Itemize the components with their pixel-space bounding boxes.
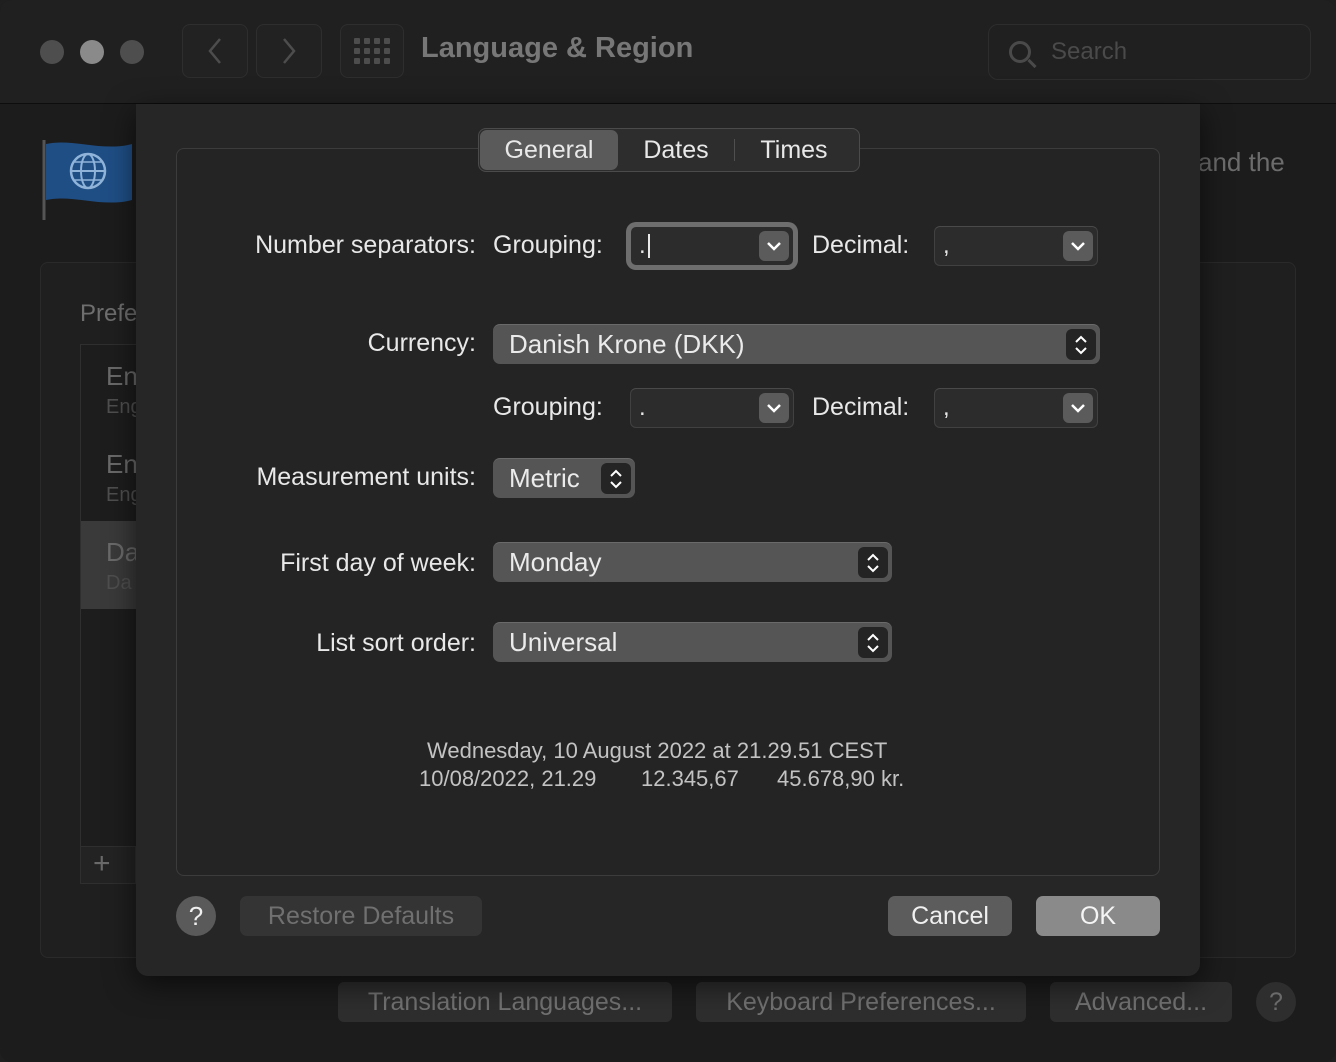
show-all-button[interactable] (340, 24, 404, 78)
search-icon (1009, 41, 1031, 63)
updown-chevron-icon (601, 463, 631, 494)
search-placeholder: Search (1051, 38, 1128, 65)
titlebar: Language & Region Search (0, 0, 1336, 104)
chevron-down-icon (767, 404, 781, 413)
updown-chevron-icon (858, 547, 888, 578)
description-text: and the (1198, 147, 1285, 177)
sample-full-date: Wednesday, 10 August 2022 at 21.29.51 CE… (427, 738, 888, 763)
language-flag-icon (42, 140, 132, 220)
list-item[interactable]: En Eng (81, 345, 139, 433)
currency-grouping-value: . (639, 394, 646, 421)
chevron-down-icon (767, 242, 781, 251)
list-sort-order-popup[interactable]: Universal (493, 622, 892, 662)
sample-short-date: 10/08/2022, 21.29 (419, 766, 597, 791)
decimal-dropdown-button[interactable] (1063, 231, 1093, 261)
measurement-value: Metric (509, 463, 580, 493)
chevron-right-icon (283, 38, 296, 64)
sample-number: 12.345,67 (641, 766, 739, 791)
first-day-of-week-label: First day of week: (280, 549, 476, 577)
language-name: Da (106, 537, 140, 567)
restore-defaults-button[interactable]: Restore Defaults (240, 896, 482, 936)
currency-grouping-field[interactable]: . (630, 388, 794, 428)
currency-decimal-label: Decimal: (812, 393, 910, 421)
list-item[interactable]: En Eng (81, 433, 139, 521)
window-help-button[interactable]: ? (1256, 982, 1296, 1022)
preferred-languages-label: Prefe (80, 300, 138, 327)
zoom-window-button[interactable] (120, 40, 144, 64)
list-item[interactable]: Da Da (81, 521, 139, 609)
chevron-left-icon (208, 38, 221, 64)
first-day-value: Monday (509, 547, 602, 577)
close-window-button[interactable] (40, 40, 64, 64)
tab-general[interactable]: General (480, 130, 618, 170)
tab-times[interactable]: Times (735, 130, 853, 170)
currency-grouping-label: Grouping: (493, 393, 603, 421)
measurement-units-label: Measurement units: (256, 463, 476, 491)
language-name: En (106, 361, 138, 391)
language-subtitle: Eng (106, 484, 140, 506)
grid-icon (354, 38, 390, 64)
advanced-button[interactable]: Advanced... (1050, 982, 1232, 1022)
sort-order-value: Universal (509, 627, 618, 657)
add-language-button[interactable]: + (80, 846, 136, 884)
translation-languages-button[interactable]: Translation Languages... (338, 982, 672, 1022)
help-button[interactable]: ? (176, 896, 216, 936)
updown-chevron-icon (858, 627, 888, 658)
back-button[interactable] (182, 24, 248, 78)
keyboard-preferences-button[interactable]: Keyboard Preferences... (696, 982, 1026, 1022)
language-subtitle: Da (106, 572, 132, 594)
search-field[interactable]: Search (988, 24, 1311, 80)
currency-popup[interactable]: Danish Krone (DKK) (493, 324, 1100, 364)
text-cursor (647, 234, 650, 258)
currency-label: Currency: (367, 329, 476, 357)
cancel-button[interactable]: Cancel (888, 896, 1012, 936)
grouping-label: Grouping: (493, 231, 603, 259)
number-separators-label: Number separators: (255, 231, 476, 259)
decimal-label: Decimal: (812, 231, 910, 259)
number-decimal-field[interactable]: , (934, 226, 1098, 266)
sample-currency: 45.678,90 kr. (777, 766, 905, 791)
minimize-window-button[interactable] (80, 40, 104, 64)
chevron-down-icon (1071, 404, 1085, 413)
grouping-dropdown-button[interactable] (759, 231, 789, 261)
currency-decimal-value: , (943, 394, 950, 421)
language-name: En (106, 449, 138, 479)
measurement-units-popup[interactable]: Metric (493, 458, 635, 498)
tab-bar: General Dates Times (478, 128, 860, 172)
list-sort-order-label: List sort order: (316, 629, 476, 657)
forward-button[interactable] (256, 24, 322, 78)
language-subtitle: Eng (106, 396, 140, 418)
updown-chevron-icon (1066, 329, 1096, 360)
currency-grouping-dropdown-button[interactable] (759, 393, 789, 423)
ok-button[interactable]: OK (1036, 896, 1160, 936)
window-title: Language & Region (421, 32, 694, 64)
chevron-down-icon (1071, 242, 1085, 251)
preferred-languages-list[interactable]: En Eng En Eng Da Da (80, 344, 140, 854)
currency-value: Danish Krone (DKK) (509, 329, 745, 359)
advanced-sheet: General Dates Times Number separators: G… (136, 104, 1200, 976)
tab-dates[interactable]: Dates (618, 130, 734, 170)
number-grouping-field[interactable]: . (630, 226, 794, 266)
decimal-value: , (943, 232, 950, 259)
currency-decimal-field[interactable]: , (934, 388, 1098, 428)
first-day-of-week-popup[interactable]: Monday (493, 542, 892, 582)
grouping-value: . (639, 232, 646, 259)
currency-decimal-dropdown-button[interactable] (1063, 393, 1093, 423)
